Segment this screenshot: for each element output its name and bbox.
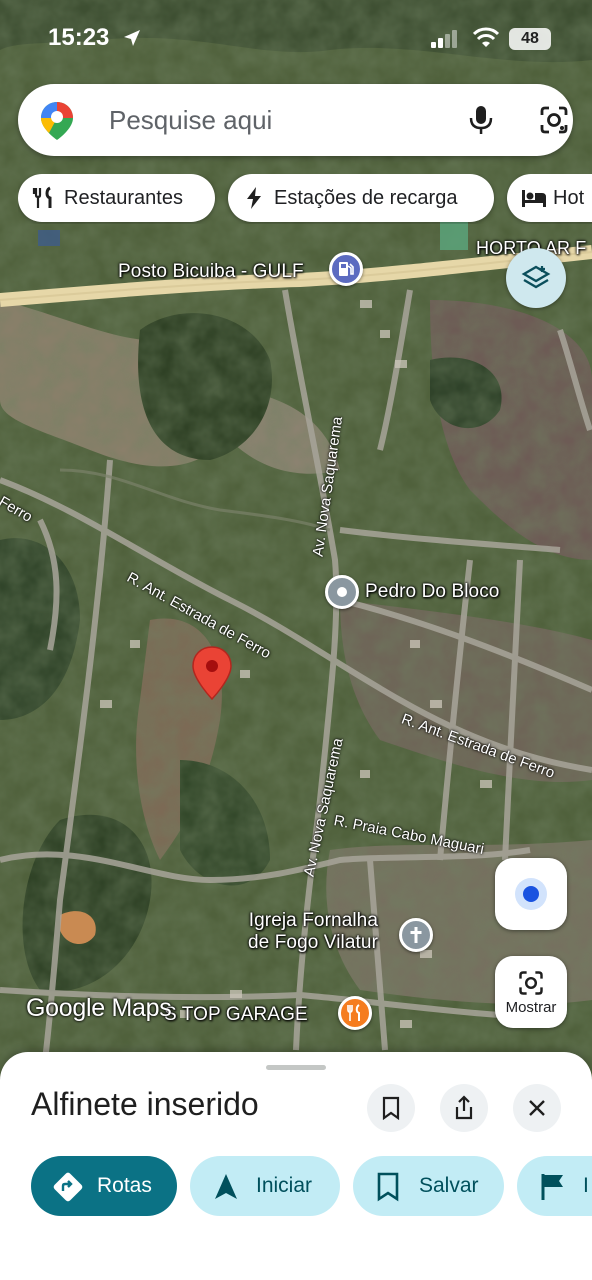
chip-label: Estações de recarga xyxy=(274,186,458,209)
bookmark-outline-icon xyxy=(382,1096,400,1120)
chip-estacoes-de-recarga[interactable]: Estações de recarga xyxy=(228,174,494,222)
directions-button[interactable]: Rotas xyxy=(31,1156,177,1216)
directions-icon xyxy=(53,1172,83,1208)
church-place[interactable]: Igreja Fornalha de Fogo Vilatur xyxy=(248,910,378,954)
save-label: Salvar xyxy=(419,1174,479,1197)
status-bar: 15:23 48 xyxy=(0,0,592,78)
microphone-icon[interactable] xyxy=(467,104,495,141)
directions-label: Rotas xyxy=(97,1174,152,1197)
google-maps-logo-icon xyxy=(40,101,74,146)
gas-station-marker[interactable] xyxy=(329,252,363,286)
start-label: Iniciar xyxy=(256,1174,313,1197)
save-bookmark-button[interactable] xyxy=(367,1084,415,1132)
cross-icon xyxy=(399,918,433,952)
location-dot-icon xyxy=(515,878,547,910)
google-lens-icon[interactable] xyxy=(538,104,570,141)
bed-icon xyxy=(521,186,547,216)
google-maps-attribution: Google Maps xyxy=(26,994,172,1022)
label-button[interactable]: I xyxy=(517,1156,592,1216)
place-label-garage[interactable]: S TOP GARAGE xyxy=(164,1004,308,1026)
fork-knife-marker-icon xyxy=(338,996,372,1030)
place-bottom-sheet[interactable]: Alfinete inserido Rotas Iniciar Salvar I xyxy=(0,1052,592,1280)
bolt-icon xyxy=(242,186,266,216)
search-bar[interactable]: Pesquise aqui xyxy=(18,84,573,156)
chip-label: Hot xyxy=(553,186,585,209)
chip-hoteis[interactable]: Hot xyxy=(507,174,592,222)
place-label-pedro-do-bloco: Pedro Do Bloco xyxy=(365,581,500,602)
battery-indicator: 48 xyxy=(509,28,551,50)
action-buttons-row: Rotas Iniciar Salvar I xyxy=(0,1156,592,1218)
category-chips: Restaurantes Estações de recarga Hot xyxy=(18,174,592,224)
location-arrow-icon xyxy=(122,28,142,53)
save-button[interactable]: Salvar xyxy=(353,1156,504,1216)
my-location-button[interactable] xyxy=(495,858,567,930)
bookmark-icon xyxy=(375,1172,401,1208)
close-icon xyxy=(529,1100,545,1116)
chip-label: Restaurantes xyxy=(64,186,183,209)
close-button[interactable] xyxy=(513,1084,561,1132)
drag-handle[interactable] xyxy=(266,1065,326,1070)
church-marker[interactable] xyxy=(399,918,433,952)
place-label-church-line2: de Fogo Vilatur xyxy=(248,932,379,953)
layers-button[interactable] xyxy=(506,248,566,308)
place-dot-icon xyxy=(325,575,359,609)
show-button[interactable]: Mostrar xyxy=(495,956,567,1028)
search-input[interactable]: Pesquise aqui xyxy=(109,105,272,136)
dropped-pin-icon[interactable] xyxy=(191,645,233,706)
share-icon xyxy=(455,1095,473,1120)
place-label-gas-station[interactable]: Posto Bicuiba - GULF xyxy=(118,261,304,283)
fork-knife-icon xyxy=(32,186,56,216)
camera-lens-icon xyxy=(519,970,543,995)
cellular-signal-icon xyxy=(431,30,459,53)
label-label: I xyxy=(583,1174,589,1197)
place-marker-pedro-do-bloco[interactable]: Pedro Do Bloco xyxy=(325,575,499,609)
share-button[interactable] xyxy=(440,1084,488,1132)
gas-pump-icon xyxy=(329,252,363,286)
layers-icon xyxy=(521,265,551,289)
restaurant-marker[interactable] xyxy=(338,996,372,1030)
place-label-church-line1: Igreja Fornalha xyxy=(248,910,379,931)
chip-restaurantes[interactable]: Restaurantes xyxy=(18,174,215,222)
navigation-arrow-icon xyxy=(212,1172,240,1208)
wifi-icon xyxy=(472,27,500,54)
flag-icon xyxy=(539,1172,567,1208)
start-button[interactable]: Iniciar xyxy=(190,1156,340,1216)
show-button-label: Mostrar xyxy=(505,998,557,1016)
sheet-title: Alfinete inserido xyxy=(31,1086,259,1122)
status-time: 15:23 xyxy=(48,24,110,51)
